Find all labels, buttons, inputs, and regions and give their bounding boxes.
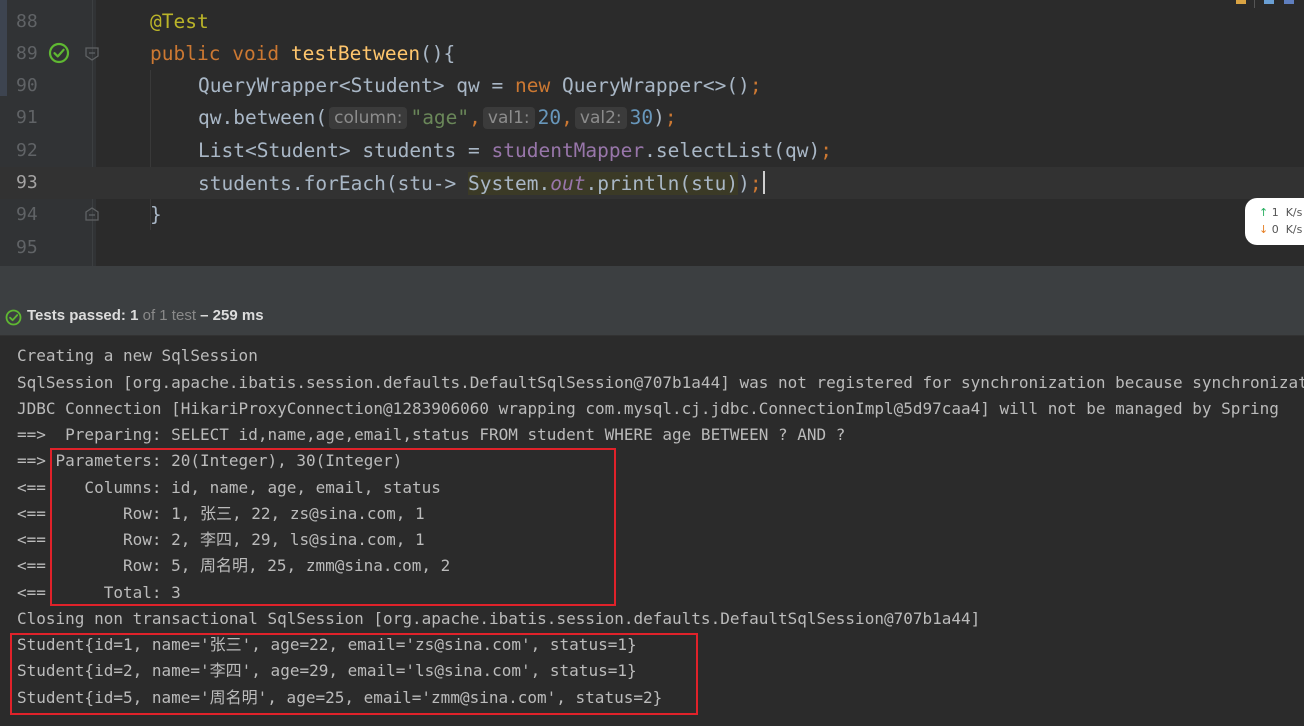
network-speed-widget: ↑ 1 K/s ↓ 0 K/s: [1245, 198, 1304, 245]
line-number: 91: [16, 107, 38, 128]
line-number: 89: [16, 43, 38, 64]
code-line-95[interactable]: 95: [0, 232, 1304, 264]
run-test-passed-icon[interactable]: [48, 42, 70, 64]
line-number: 92: [16, 140, 38, 161]
comma: ,: [469, 106, 481, 129]
line-number: 88: [16, 11, 38, 32]
check-circle-icon: [5, 309, 22, 326]
tests-total: of 1 test: [138, 307, 196, 324]
code-line-94[interactable]: 94 }: [0, 199, 1304, 231]
keyword-public: public: [150, 42, 221, 65]
code-line-90[interactable]: 90 QueryWrapper<Student> qw = new QueryW…: [0, 70, 1304, 102]
code-line-89[interactable]: 89 public void testBetween(){: [0, 38, 1304, 70]
param-hint-val1: val1:: [482, 107, 535, 129]
semicolon: ;: [749, 74, 762, 97]
upload-speed: 1: [1271, 206, 1279, 219]
tool-window-divider[interactable]: [0, 266, 1304, 299]
test-summary: Tests passed: 1 of 1 test – 259 ms: [27, 307, 264, 324]
code-text: ): [738, 172, 750, 195]
param-hint-val2: val2:: [574, 107, 627, 129]
console-line: ==> Preparing: SELECT id,name,age,email,…: [17, 425, 846, 444]
param-hint-column: column:: [329, 107, 408, 129]
console-line: SqlSession [org.apache.ibatis.session.de…: [17, 373, 1304, 392]
console-output[interactable]: Creating a new SqlSession SqlSession [or…: [0, 336, 1304, 726]
highlight-box-student-output: [10, 633, 698, 715]
highlight-box-sql-result: [50, 448, 616, 606]
line-number: 93: [16, 172, 38, 193]
method-name: testBetween: [290, 42, 421, 65]
semicolon: ;: [749, 172, 762, 195]
code-text: QueryWrapper<>(): [550, 74, 750, 97]
fold-open-icon[interactable]: [85, 47, 99, 61]
semicolon: ;: [664, 106, 677, 129]
text-caret: [762, 171, 765, 194]
line-number: 94: [16, 204, 38, 225]
comma: ,: [561, 106, 573, 129]
annotation-test: @Test: [150, 10, 209, 33]
code-text: .println(stu): [585, 172, 739, 195]
inspection-indicator-icon[interactable]: [1228, 0, 1304, 8]
upload-unit: K/s: [1285, 206, 1303, 219]
code-text: (){: [420, 42, 456, 65]
download-unit: K/s: [1285, 223, 1303, 236]
fold-close-icon[interactable]: [85, 207, 99, 221]
code-line-88[interactable]: 88 @Test: [0, 6, 1304, 38]
console-line: Creating a new SqlSession: [17, 346, 258, 365]
code-text: }: [150, 203, 162, 226]
arrow-down-icon: ↓: [1259, 223, 1269, 236]
code-text: ): [653, 106, 665, 129]
highlighted-expression: System.out.println(stu): [468, 172, 739, 195]
test-status-bar: Tests passed: 1 of 1 test – 259 ms: [0, 299, 1304, 336]
code-text: QueryWrapper<Student> qw =: [198, 74, 515, 97]
semicolon: ;: [820, 139, 832, 162]
test-duration: – 259 ms: [196, 307, 264, 324]
tests-passed-label: Tests passed:: [27, 307, 131, 324]
code-line-93[interactable]: 93 students.forEach(stu-> System.out.pri…: [0, 167, 1304, 199]
keyword-new: new: [514, 74, 551, 97]
code-text: qw.between(: [198, 106, 328, 129]
code-text: .selectList(qw): [644, 139, 821, 162]
code-editor[interactable]: 88 @Test 89 public void testBetween(){ 9…: [0, 0, 1304, 266]
arrow-up-icon: ↑: [1259, 206, 1269, 219]
static-field-out: out: [550, 172, 586, 195]
code-text: List<Student> students =: [198, 139, 492, 162]
number-literal: 30: [629, 106, 654, 129]
code-text: students.forEach(stu->: [198, 172, 469, 195]
code-line-91[interactable]: 91 qw.between(column: "age", val1: 20, val2:…: [0, 102, 1304, 134]
code-line-92[interactable]: 92 List<Student> students = studentMappe…: [0, 135, 1304, 167]
console-line: JDBC Connection [HikariProxyConnection@1…: [17, 399, 1279, 418]
line-number: 90: [16, 75, 38, 96]
console-line: Closing non transactional SqlSession [or…: [17, 609, 981, 628]
string-literal: "age": [410, 106, 470, 129]
keyword-void: void: [232, 42, 280, 65]
code-text: System.: [468, 172, 551, 195]
line-number: 95: [16, 237, 38, 258]
number-literal: 20: [537, 106, 562, 129]
field-reference: studentMapper: [491, 139, 645, 162]
download-speed: 0: [1271, 223, 1279, 236]
